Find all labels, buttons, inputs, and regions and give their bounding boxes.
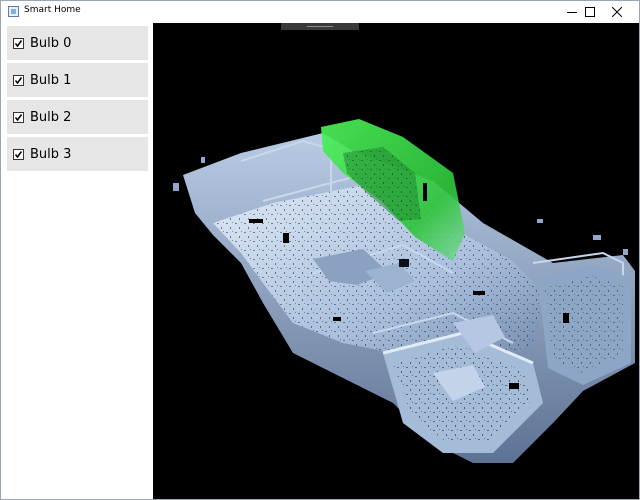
close-icon bbox=[611, 7, 622, 17]
bulb-list-panel: Bulb 0 Bulb 1 Bulb 2 Bulb 3 bbox=[1, 23, 153, 499]
checkmark-icon bbox=[14, 76, 23, 84]
bulb-item-3[interactable]: Bulb 3 bbox=[7, 137, 148, 171]
bulb-0-checkbox[interactable] bbox=[13, 37, 24, 49]
bulb-item-0[interactable]: Bulb 0 bbox=[7, 26, 148, 60]
checkmark-icon bbox=[14, 39, 23, 47]
app-window-icon bbox=[8, 6, 19, 17]
checkmark-icon bbox=[14, 113, 23, 121]
app-window: Smart Home Bulb 0 Bulb 1 Bulb 2 Bulb 3 bbox=[0, 0, 640, 500]
checkmark-icon bbox=[14, 150, 23, 158]
bulb-item-1[interactable]: Bulb 1 bbox=[7, 63, 148, 97]
bulb-3-checkbox[interactable] bbox=[13, 148, 24, 160]
maximize-icon bbox=[584, 7, 595, 17]
3d-scene-viewport[interactable] bbox=[153, 23, 639, 499]
viewport-drag-handle[interactable] bbox=[281, 23, 359, 30]
bulb-1-label: Bulb 1 bbox=[30, 72, 72, 88]
title-bar[interactable]: Smart Home bbox=[1, 1, 639, 23]
bulb-1-checkbox[interactable] bbox=[13, 74, 24, 86]
bulb-3-label: Bulb 3 bbox=[30, 146, 72, 162]
close-button[interactable] bbox=[594, 1, 639, 23]
bulb-2-checkbox[interactable] bbox=[13, 111, 24, 123]
bulb-0-label: Bulb 0 bbox=[30, 35, 72, 51]
window-title: Smart Home bbox=[24, 5, 81, 15]
right-room bbox=[538, 265, 631, 385]
bulb-item-2[interactable]: Bulb 2 bbox=[7, 100, 148, 134]
bulb-2-label: Bulb 2 bbox=[30, 109, 72, 125]
house-scan-render bbox=[173, 119, 635, 463]
